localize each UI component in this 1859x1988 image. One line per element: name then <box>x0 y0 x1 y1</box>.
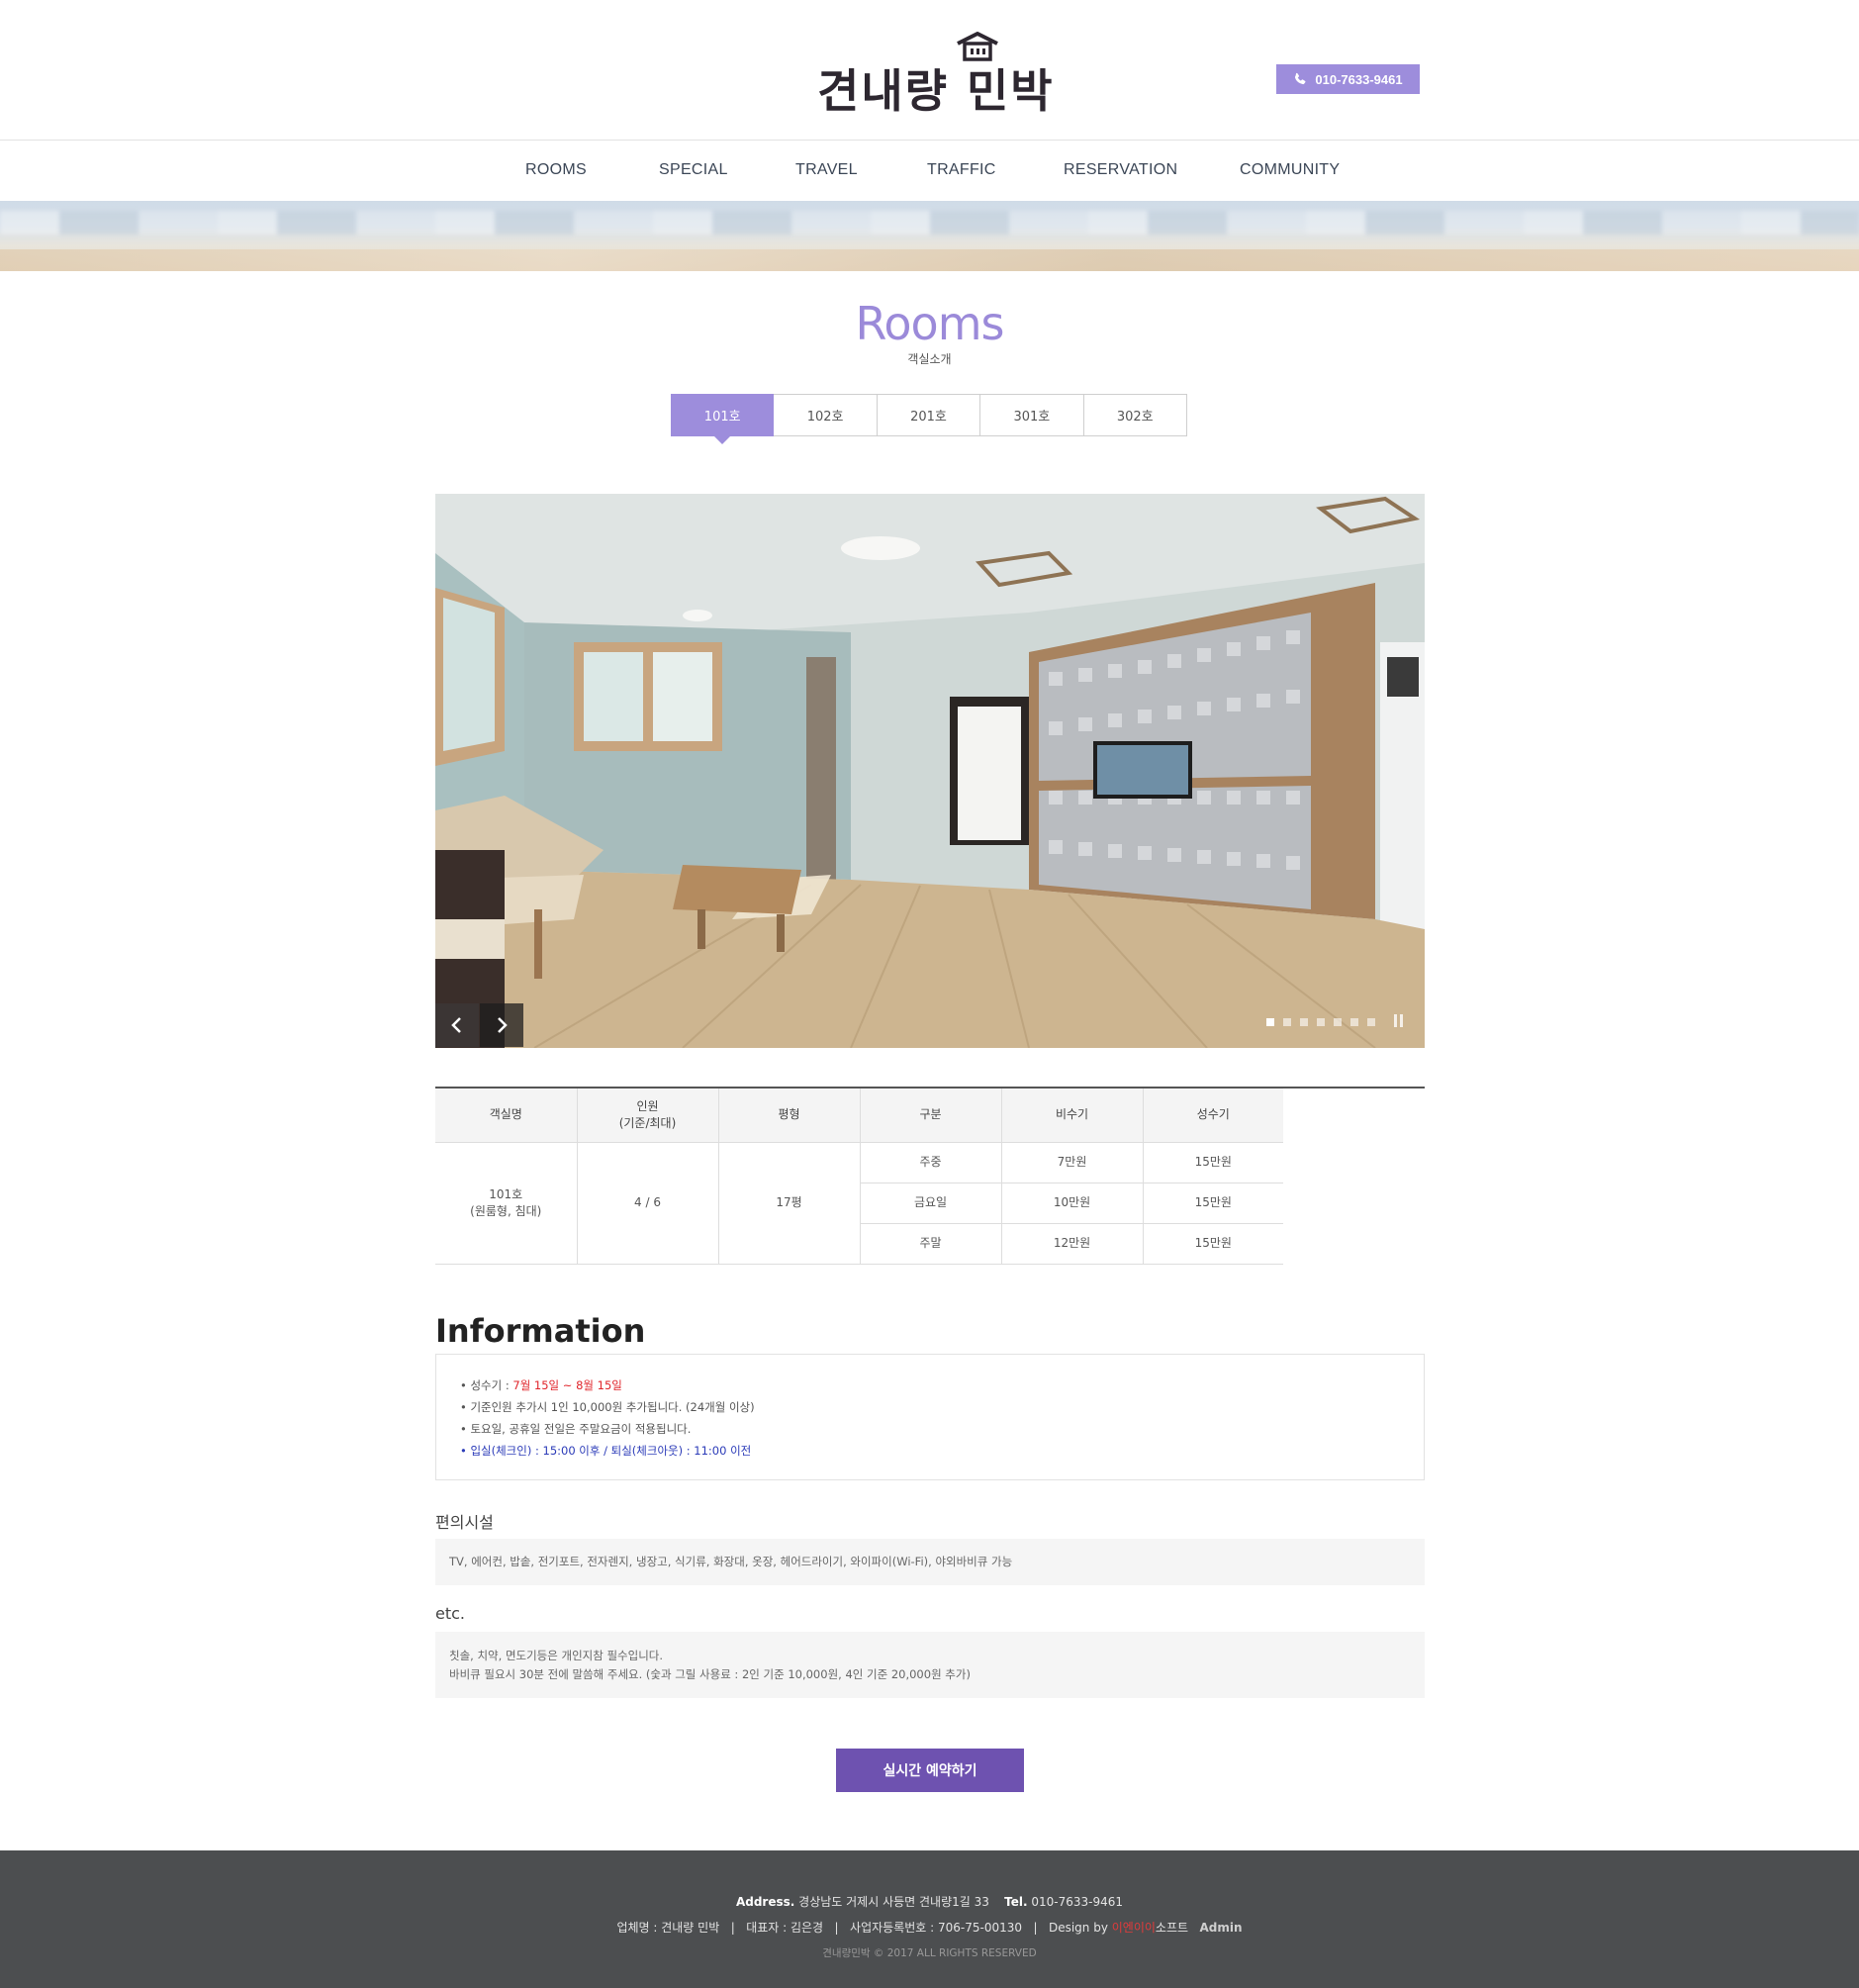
info-weekend-rate: • 토요일, 공휴일 전일은 주말요금이 적용됩니다. <box>460 1422 692 1436</box>
information-title: Information <box>435 1312 646 1350</box>
cell-peak-season: 15만원 <box>1143 1142 1283 1183</box>
phone-icon <box>1295 72 1306 85</box>
cell-period: 주중 <box>860 1142 1002 1183</box>
page-title: Rooms <box>855 297 1005 350</box>
cell-period: 금요일 <box>860 1183 1002 1224</box>
slider-next-button[interactable] <box>480 1003 523 1047</box>
footer-address-label: Address. <box>735 1895 795 1909</box>
cell-room-name: 101호 (원룸형, 침대) <box>435 1142 578 1265</box>
slider-dot[interactable] <box>1334 1018 1342 1026</box>
etc-title: etc. <box>435 1604 465 1623</box>
slider-dot[interactable] <box>1350 1018 1358 1026</box>
slider-pagination <box>1266 1018 1375 1026</box>
info-checkin-checkout: • 입실(체크인) : 15:00 이후 / 퇴실(체크아웃) : 11:00 … <box>460 1444 752 1458</box>
amenities-text: TV, 에어컨, 밥솥, 전기포트, 전자렌지, 냉장고, 식기류, 화장대, … <box>449 1555 1013 1568</box>
info-peak-label: • 성수기 : <box>460 1378 513 1392</box>
cell-size: 17평 <box>718 1142 861 1265</box>
footer-designer-rest: 소프트 <box>1155 1921 1189 1935</box>
slider-dot[interactable] <box>1367 1018 1375 1026</box>
site-logo[interactable]: 견내량 민박 <box>817 32 1053 118</box>
nav-rooms[interactable]: ROOMS <box>525 161 587 179</box>
cell-off-season: 7만원 <box>1001 1142 1144 1183</box>
cell-off-season: 12만원 <box>1001 1223 1144 1265</box>
room-photo-slider <box>435 494 1425 1048</box>
header-peak-season: 성수기 <box>1143 1089 1283 1143</box>
footer-company: 업체명 : 견내량 민박 <box>616 1921 720 1935</box>
info-peak-dates: 7월 15일 ~ 8월 15일 <box>512 1378 622 1392</box>
footer-tel-label: Tel. <box>1004 1895 1028 1909</box>
cell-peak-season: 15만원 <box>1143 1223 1283 1265</box>
tab-201[interactable]: 201호 <box>877 394 981 436</box>
footer-address: 경상남도 거제시 사등면 견내량1길 33 <box>798 1895 989 1909</box>
etc-line: 바비큐 필요시 30분 전에 말씀해 주세요. (숯과 그릴 사용료 : 2인 … <box>449 1667 971 1681</box>
footer-tel: 010-7633-9461 <box>1031 1895 1124 1909</box>
slider-prev-button[interactable] <box>435 1003 479 1047</box>
footer-designer-red: 이엔이이 <box>1111 1921 1156 1935</box>
slider-dot[interactable] <box>1300 1018 1308 1026</box>
footer-copyright: 견내량민박 © 2017 ALL RIGHTS RESERVED <box>822 1947 1037 1959</box>
chevron-right-icon <box>498 1017 508 1033</box>
table-header-row: 객실명 인원 (기준/최대) 평형 구분 비수기 성수기 <box>435 1089 1283 1143</box>
nav-special[interactable]: SPECIAL <box>659 161 728 179</box>
header-size: 평형 <box>718 1089 861 1143</box>
sub-banner-image <box>0 201 1859 271</box>
header-room-name: 객실명 <box>435 1089 578 1143</box>
tab-302[interactable]: 302호 <box>1083 394 1187 436</box>
nav-traffic[interactable]: TRAFFIC <box>927 161 996 179</box>
tab-301[interactable]: 301호 <box>980 394 1084 436</box>
footer-admin-link[interactable]: Admin <box>1200 1921 1243 1935</box>
slider-dot[interactable] <box>1317 1018 1325 1026</box>
cell-off-season: 10만원 <box>1001 1183 1144 1224</box>
info-peak-season: • 성수기 : 7월 15일 ~ 8월 15일 <box>460 1374 1424 1396</box>
phone-number: 010-7633-9461 <box>1315 71 1403 87</box>
footer-design-label: Design by <box>1048 1921 1108 1935</box>
nav-travel[interactable]: TRAVEL <box>795 161 858 179</box>
room-type: (원룸형, 침대) <box>470 1203 542 1218</box>
tab-101[interactable]: 101호 <box>671 394 775 444</box>
header-capacity: 인원 (기준/최대) <box>577 1089 719 1143</box>
footer-designer-link[interactable]: 이엔이이소프트 <box>1112 1921 1188 1935</box>
footer-ceo: 대표자 : 김은경 <box>746 1921 824 1935</box>
room-tabs: 101호 102호 201호 301호 302호 <box>671 394 1187 444</box>
slider-dot[interactable] <box>1266 1018 1274 1026</box>
cell-peak-season: 15만원 <box>1143 1183 1283 1224</box>
site-header: 견내량 민박 010-7633-9461 <box>0 0 1859 141</box>
cell-period: 주말 <box>860 1223 1002 1265</box>
footer-company-line: 업체명 : 견내량 민박 | 대표자 : 김은경 | 사업자등록번호 : 706… <box>616 1921 1243 1935</box>
room-name: 101호 <box>489 1186 523 1201</box>
slider-pause-icon[interactable] <box>1393 1014 1405 1028</box>
phone-button[interactable]: 010-7633-9461 <box>1276 64 1420 94</box>
footer-business-number: 사업자등록번호 : 706-75-00130 <box>850 1921 1023 1935</box>
chevron-left-icon <box>451 1017 461 1033</box>
cell-capacity: 4 / 6 <box>577 1142 719 1265</box>
tab-102[interactable]: 102호 <box>774 394 878 436</box>
room-photo <box>435 494 1425 1048</box>
header-off-season: 비수기 <box>1001 1089 1144 1143</box>
etc-line: 칫솔, 치약, 면도기등은 개인지참 필수입니다. <box>449 1649 664 1662</box>
table-row: 101호 (원룸형, 침대) 4 / 6 17평 주중 7만원 15만원 <box>435 1142 1283 1265</box>
amenities-box: TV, 에어컨, 밥솥, 전기포트, 전자렌지, 냉장고, 식기류, 화장대, … <box>435 1539 1425 1585</box>
main-nav: ROOMS SPECIAL TRAVEL TRAFFIC RESERVATION… <box>0 142 1859 201</box>
realtime-reservation-button[interactable]: 실시간 예약하기 <box>836 1749 1024 1792</box>
header-period: 구분 <box>860 1089 1002 1143</box>
slider-dot[interactable] <box>1283 1018 1291 1026</box>
information-box: • 성수기 : 7월 15일 ~ 8월 15일 • 기준인원 추가시 1인 10… <box>435 1354 1425 1480</box>
etc-box: 칫솔, 치약, 면도기등은 개인지참 필수입니다. 바비큐 필요시 30분 전에… <box>435 1632 1425 1698</box>
logo-text: 견내량 민박 <box>817 64 1055 118</box>
amenities-title: 편의시설 <box>435 1513 494 1532</box>
nav-community[interactable]: COMMUNITY <box>1240 161 1340 179</box>
info-extra-person: • 기준인원 추가시 1인 10,000원 추가됩니다. (24개월 이상) <box>460 1400 755 1414</box>
footer-address-line: Address. 경상남도 거제시 사등면 견내량1길 33 Tel. 010-… <box>0 1893 1859 1910</box>
site-footer: Address. 경상남도 거제시 사등면 견내량1길 33 Tel. 010-… <box>0 1850 1859 1988</box>
nav-reservation[interactable]: RESERVATION <box>1064 161 1177 179</box>
page-subtitle: 객실소개 <box>907 352 952 366</box>
